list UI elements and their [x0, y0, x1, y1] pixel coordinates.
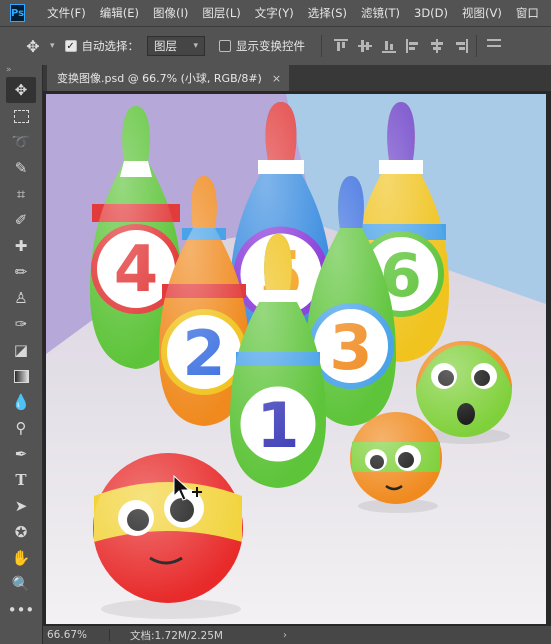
- status-bar: 66.67% 文档:1.72M/2.25M ›: [43, 626, 551, 644]
- hand-tool-icon[interactable]: ✋: [6, 545, 36, 571]
- more-tools-icon[interactable]: •••: [6, 597, 36, 623]
- marquee-tool-icon[interactable]: [6, 103, 36, 129]
- zoom-level[interactable]: 66.67%: [43, 629, 110, 641]
- menu-layer[interactable]: 图层(L): [202, 5, 240, 21]
- options-bar: ✥ ▾ ✓ 自动选择： 图层 ▾ 显示变换控件: [0, 26, 551, 66]
- align-horizontal-center-icon[interactable]: [430, 39, 444, 53]
- auto-select-label: 自动选择：: [81, 39, 140, 53]
- menu-file[interactable]: 文件(F): [47, 5, 86, 21]
- clone-stamp-tool-icon[interactable]: ♙: [6, 285, 36, 311]
- path-select-tool-icon[interactable]: ➤: [6, 493, 36, 519]
- align-bottom-icon[interactable]: [382, 39, 397, 53]
- gradient-tool-icon[interactable]: [6, 363, 36, 389]
- type-tool-icon[interactable]: T: [6, 467, 36, 493]
- show-transform-label: 显示变换控件: [236, 39, 306, 53]
- menu-edit[interactable]: 编辑(E): [100, 5, 139, 21]
- tools-panel: » ✥ ➰ ✎ ⌗ ✐ ✚ ✏ ♙ ✑ ◪ 💧 ⚲ ✒ T ➤ ✪ ✋ 🔍 ••…: [0, 65, 43, 644]
- menu-bar: Ps 文件(F) 编辑(E) 图像(I) 图层(L) 文字(Y) 选择(S) 滤…: [0, 0, 551, 26]
- document-canvas-area[interactable]: 4 5 6 2: [43, 91, 551, 626]
- auto-select-target-dropdown[interactable]: 图层 ▾: [147, 36, 206, 56]
- divider: [476, 35, 478, 57]
- canvas-image[interactable]: 4 5 6 2: [46, 94, 546, 624]
- healing-brush-tool-icon[interactable]: ✚: [6, 233, 36, 259]
- align-vertical-center-icon[interactable]: [358, 39, 373, 53]
- menu-type[interactable]: 文字(Y): [255, 5, 294, 21]
- status-menu-arrow-icon[interactable]: ›: [283, 630, 287, 641]
- align-right-icon[interactable]: [454, 39, 469, 53]
- brush-tool-icon[interactable]: ✏: [6, 259, 36, 285]
- history-brush-tool-icon[interactable]: ✑: [6, 311, 36, 337]
- move-tool-preset-icon[interactable]: ✥: [22, 35, 44, 57]
- show-transform-checkbox[interactable]: [219, 40, 232, 52]
- menu-window[interactable]: 窗口: [516, 5, 539, 21]
- quick-select-tool-icon[interactable]: ✎: [6, 155, 36, 181]
- menu-image[interactable]: 图像(I): [153, 5, 188, 21]
- divider: [321, 35, 323, 57]
- close-icon[interactable]: ×: [272, 72, 281, 85]
- photoshop-logo-icon: Ps: [10, 4, 26, 22]
- pen-tool-icon[interactable]: ✒: [6, 441, 36, 467]
- eyedropper-tool-icon[interactable]: ✐: [6, 207, 36, 233]
- blur-tool-icon[interactable]: 💧: [6, 389, 36, 415]
- lasso-tool-icon[interactable]: ➰: [6, 129, 36, 155]
- panel-collapse-icon[interactable]: »: [0, 65, 42, 77]
- document-tab-title: 变换图像.psd @ 66.7% (小球, RGB/8#): [57, 72, 262, 85]
- move-tool-icon[interactable]: ✥: [6, 77, 36, 103]
- document-tab-bar: 变换图像.psd @ 66.7% (小球, RGB/8#) ×: [43, 65, 551, 91]
- dodge-tool-icon[interactable]: ⚲: [6, 415, 36, 441]
- menu-select[interactable]: 选择(S): [308, 5, 347, 21]
- chevron-down-icon[interactable]: ▾: [50, 41, 55, 51]
- auto-select-target-value: 图层: [154, 39, 178, 53]
- align-left-icon[interactable]: [406, 39, 420, 53]
- chevron-down-icon: ▾: [193, 41, 199, 51]
- menu-3d[interactable]: 3D(D): [414, 6, 448, 20]
- auto-select-checkbox[interactable]: ✓: [64, 40, 77, 52]
- eraser-tool-icon[interactable]: ◪: [6, 337, 36, 363]
- tab-document[interactable]: 变换图像.psd @ 66.7% (小球, RGB/8#) ×: [47, 65, 290, 91]
- crop-tool-icon[interactable]: ⌗: [6, 181, 36, 207]
- menu-view[interactable]: 视图(V): [462, 5, 502, 21]
- align-top-icon[interactable]: [334, 39, 349, 53]
- align-buttons: [334, 39, 469, 53]
- document-size-info: 文档:1.72M/2.25M: [130, 629, 223, 642]
- menu-filter[interactable]: 滤镜(T): [361, 5, 400, 21]
- zoom-tool-icon[interactable]: 🔍: [6, 571, 36, 597]
- distribute-top-icon[interactable]: [487, 39, 502, 53]
- shape-tool-icon[interactable]: ✪: [6, 519, 36, 545]
